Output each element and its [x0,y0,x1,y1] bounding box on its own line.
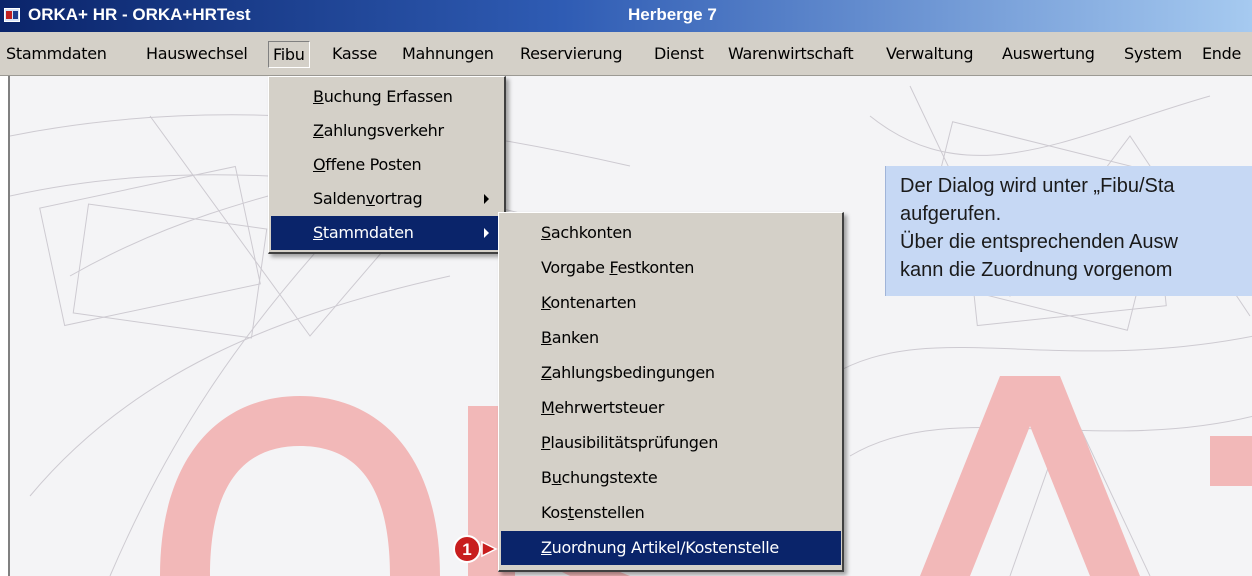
callout-line: aufgerufen. [900,203,1002,225]
item-accel: S [313,223,323,242]
callout-line: Über die entsprechenden Ausw [900,231,1178,253]
fibu-item-stammdaten[interactable]: Stammdaten [271,216,503,250]
stamm-item-sachkonten[interactable]: Sachkonten [501,216,841,250]
item-accel: Z [541,538,552,557]
item-text: lausibilitätsprüfungen [550,433,719,452]
fibu-dropdown: Buchung Erfassen Zahlungsverkehr Offene … [268,76,506,254]
menu-verwaltung[interactable]: Verwaltung [882,41,977,68]
stamm-item-zahlungsbedingungen[interactable]: Zahlungsbedingungen [501,356,841,390]
item-accel: Z [313,121,324,140]
menu-warenwirtschaft[interactable]: Warenwirtschaft [724,41,857,68]
item-text: estkonten [617,258,695,277]
step-marker-icon: 1 [453,535,498,563]
app-icon[interactable] [4,8,20,22]
item-text: ahlungsbedingungen [551,363,715,382]
item-accel: P [541,433,551,452]
fibu-item-offene-posten[interactable]: Offene Posten [271,148,503,182]
stamm-item-zuordnung-artikel-kostenstelle[interactable]: Zuordnung Artikel/Kostenstelle [501,531,841,565]
item-text: ortrag [374,189,423,208]
stamm-item-buchungstexte[interactable]: Buchungstexte [501,461,841,495]
menu-bar: Stammdaten Hauswechsel Fibu Kasse Mahnun… [0,32,1252,76]
menu-reservierung[interactable]: Reservierung [516,41,626,68]
item-accel: B [313,87,324,106]
menu-hauswechsel[interactable]: Hauswechsel [142,41,252,68]
menu-auswertung[interactable]: Auswertung [998,41,1099,68]
menu-fibu[interactable]: Fibu [268,41,310,68]
submenu-arrow-icon [484,194,489,204]
callout-line: Der Dialog wird unter „Fibu/Sta [900,175,1175,197]
item-text: Salden [313,189,366,208]
stamm-item-banken[interactable]: Banken [501,321,841,355]
item-text: ontenarten [550,293,637,312]
item-text: ffene Posten [325,155,422,174]
stamm-item-vorgabe-festkonten[interactable]: Vorgabe Festkonten [501,251,841,285]
fibu-item-saldenvortrag[interactable]: Saldenvortrag [271,182,503,216]
menu-kasse[interactable]: Kasse [328,41,381,68]
stamm-item-kontenarten[interactable]: Kontenarten [501,286,841,320]
item-accel: v [365,189,375,208]
item-accel: S [541,223,551,242]
instruction-callout: Der Dialog wird unter „Fibu/Sta aufgeruf… [885,166,1252,296]
stamm-item-kostenstellen[interactable]: Kostenstellen [501,496,841,530]
menu-mahnungen[interactable]: Mahnungen [398,41,498,68]
item-text: uchung Erfassen [323,87,453,106]
menu-ende[interactable]: Ende [1198,41,1245,68]
item-accel: u [551,468,562,487]
title-bar[interactable]: ORKA+ HR - ORKA+HRTest Herberge 7 [0,0,1252,32]
item-accel: B [541,328,552,347]
stammdaten-submenu: Sachkonten Vorgabe Festkonten Kontenarte… [498,212,844,572]
item-text: ahlungsverkehr [323,121,444,140]
window-subtitle: Herberge 7 [628,5,717,24]
item-accel: K [541,293,551,312]
item-text: achkonten [550,223,632,242]
item-text: Vorgabe [541,258,610,277]
stamm-item-plausibilitaetspruefungen[interactable]: Plausibilitätsprüfungen [501,426,841,460]
item-text: ehrwertsteuer [554,398,665,417]
callout-line: kann die Zuordnung vorgenom [900,259,1173,281]
fibu-item-buchung-erfassen[interactable]: Buchung Erfassen [271,80,503,114]
item-text: uordnung Artikel/Kostenstelle [551,538,780,557]
menu-dienst[interactable]: Dienst [650,41,708,68]
item-accel: M [541,398,555,417]
window-title: ORKA+ HR - ORKA+HRTest [28,5,251,24]
menu-stammdaten[interactable]: Stammdaten [2,41,111,68]
item-text: anken [551,328,599,347]
item-accel: O [313,155,326,174]
stamm-item-mehrwertsteuer[interactable]: Mehrwertsteuer [501,391,841,425]
submenu-arrow-icon [484,228,489,238]
item-text: enstellen [573,503,645,522]
step-marker-number: 1 [462,540,471,559]
item-accel: Z [541,363,552,382]
item-text: tammdaten [322,223,414,242]
item-text: B [541,468,552,487]
item-text: Kos [541,503,568,522]
fibu-item-zahlungsverkehr[interactable]: Zahlungsverkehr [271,114,503,148]
menu-system[interactable]: System [1120,41,1186,68]
item-text: chungstexte [561,468,658,487]
